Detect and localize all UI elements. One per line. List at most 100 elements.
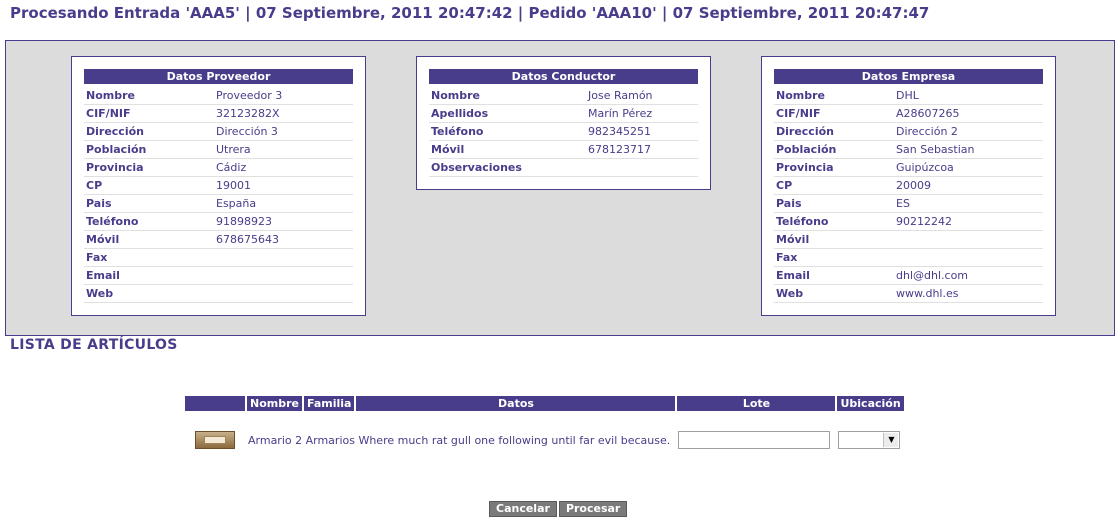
info-row: Observaciones	[429, 158, 698, 177]
field-label: Nombre	[84, 87, 214, 105]
cancel-button[interactable]: Cancelar	[489, 501, 557, 517]
conductor-card: Datos Conductor Nombre Jose Ramón Apellido…	[416, 56, 711, 190]
field-value	[894, 230, 1043, 249]
proveedor-table: Nombre Proveedor 3 CIF/NIF 32123282X Direcci…	[84, 87, 353, 303]
field-label: Móvil	[429, 140, 586, 159]
field-value: Guipúzcoa	[894, 158, 1043, 177]
page-title: Procesando Entrada 'AAA5' | 07 Septiembr…	[10, 4, 930, 22]
info-row: Nombre DHL	[774, 87, 1043, 105]
info-row: Provincia Guipúzcoa	[774, 158, 1043, 177]
field-value: Dirección 3	[214, 122, 353, 141]
field-label: Fax	[84, 248, 214, 267]
article-text: Armario 2 Armarios Where much rat gull o…	[248, 433, 671, 447]
info-row: Población San Sebastian	[774, 140, 1043, 159]
field-value: A28607265	[894, 104, 1043, 123]
info-row: Nombre Jose Ramón	[429, 87, 698, 105]
actions-bar: Cancelar Procesar	[489, 497, 629, 517]
field-value: San Sebastian	[894, 140, 1043, 159]
chevron-down-icon[interactable]: ▼	[883, 433, 899, 447]
field-label: CP	[84, 176, 214, 195]
lote-cell	[677, 411, 835, 469]
proveedor-card-title: Datos Proveedor	[84, 69, 353, 84]
articles-table: Nombre Familia Datos Lote Ubicación Arma…	[183, 396, 906, 469]
field-label: Teléfono	[84, 212, 214, 231]
field-label: Email	[774, 266, 894, 285]
info-row: Teléfono 91898923	[84, 212, 353, 231]
info-row: Pais ES	[774, 194, 1043, 213]
info-row: Dirección Dirección 3	[84, 122, 353, 141]
field-value: Cádiz	[214, 158, 353, 177]
field-value: 91898923	[214, 212, 353, 231]
field-label: Provincia	[84, 158, 214, 177]
field-value: 678123717	[586, 140, 698, 159]
info-row: Móvil	[774, 230, 1043, 249]
field-value: Marín Pérez	[586, 104, 698, 123]
field-label: Fax	[774, 248, 894, 267]
ubicacion-select[interactable]: ▼	[838, 431, 901, 449]
cabinet-thumbnail-icon[interactable]	[195, 431, 235, 449]
field-value: 678675643	[214, 230, 353, 249]
field-label: Población	[84, 140, 214, 159]
field-value	[214, 284, 353, 303]
field-label: Email	[84, 266, 214, 285]
field-value: España	[214, 194, 353, 213]
column-header-familia[interactable]: Familia	[303, 396, 355, 411]
lote-input[interactable]	[678, 431, 831, 449]
info-row: Pais España	[84, 194, 353, 213]
field-value: www.dhl.es	[894, 284, 1043, 303]
field-value: Proveedor 3	[214, 87, 353, 105]
info-row: Fax	[774, 248, 1043, 267]
column-header-nombre[interactable]: Nombre	[247, 396, 302, 411]
field-value: dhl@dhl.com	[894, 266, 1043, 285]
column-header-datos[interactable]: Datos	[356, 396, 676, 411]
empresa-card-title: Datos Empresa	[774, 69, 1043, 84]
info-row: CIF/NIF 32123282X	[84, 104, 353, 123]
articles-section-title: LISTA DE ARTÍCULOS	[10, 337, 178, 353]
column-header-ubicacion[interactable]: Ubicación	[837, 396, 904, 411]
field-value: 20009	[894, 176, 1043, 195]
info-row: Móvil 678675643	[84, 230, 353, 249]
field-label: Provincia	[774, 158, 894, 177]
field-label: Teléfono	[429, 122, 586, 141]
field-value: Jose Ramón	[586, 87, 698, 105]
field-value	[894, 248, 1043, 267]
field-label: Nombre	[774, 87, 894, 105]
conductor-card-title: Datos Conductor	[429, 69, 698, 84]
process-button[interactable]: Procesar	[558, 501, 628, 517]
field-value: DHL	[894, 87, 1043, 105]
info-row: Móvil 678123717	[429, 140, 698, 159]
info-row: Provincia Cádiz	[84, 158, 353, 177]
info-row: Dirección Dirección 2	[774, 122, 1043, 141]
field-value	[586, 158, 698, 177]
info-panel: Datos Proveedor Nombre Proveedor 3 CIF/NIF…	[5, 40, 1115, 336]
field-value	[214, 248, 353, 267]
info-row: Teléfono 982345251	[429, 122, 698, 141]
info-row: Apellidos Marín Pérez	[429, 104, 698, 123]
info-row: CIF/NIF A28607265	[774, 104, 1043, 123]
info-row: Email dhl@dhl.com	[774, 266, 1043, 285]
info-row: Nombre Proveedor 3	[84, 87, 353, 105]
proveedor-card: Datos Proveedor Nombre Proveedor 3 CIF/NIF…	[71, 56, 366, 316]
field-value: 982345251	[586, 122, 698, 141]
field-value: ES	[894, 194, 1043, 213]
article-row: Armario 2 Armarios Where much rat gull o…	[185, 411, 904, 469]
field-label: Población	[774, 140, 894, 159]
field-label: Nombre	[429, 87, 586, 105]
field-label: Móvil	[84, 230, 214, 249]
info-row: Web www.dhl.es	[774, 284, 1043, 303]
column-header-lote[interactable]: Lote	[677, 396, 836, 411]
field-label: Dirección	[84, 122, 214, 141]
empresa-table: Nombre DHL CIF/NIF A28607265 Dirección Direcc…	[774, 87, 1043, 303]
articles-header-row: Nombre Familia Datos Lote Ubicación	[185, 396, 904, 411]
field-label: Web	[774, 284, 894, 303]
column-header-image	[185, 396, 245, 411]
empresa-card: Datos Empresa Nombre DHL CIF/NIF A28607265 D…	[761, 56, 1056, 316]
field-label: CIF/NIF	[774, 104, 894, 123]
info-row: Web	[84, 284, 353, 303]
ubicacion-cell: ▼	[837, 411, 903, 469]
field-label: Web	[84, 284, 214, 303]
field-value: Dirección 2	[894, 122, 1043, 141]
field-value: Utrera	[214, 140, 353, 159]
info-row: Fax	[84, 248, 353, 267]
field-value: 19001	[214, 176, 353, 195]
